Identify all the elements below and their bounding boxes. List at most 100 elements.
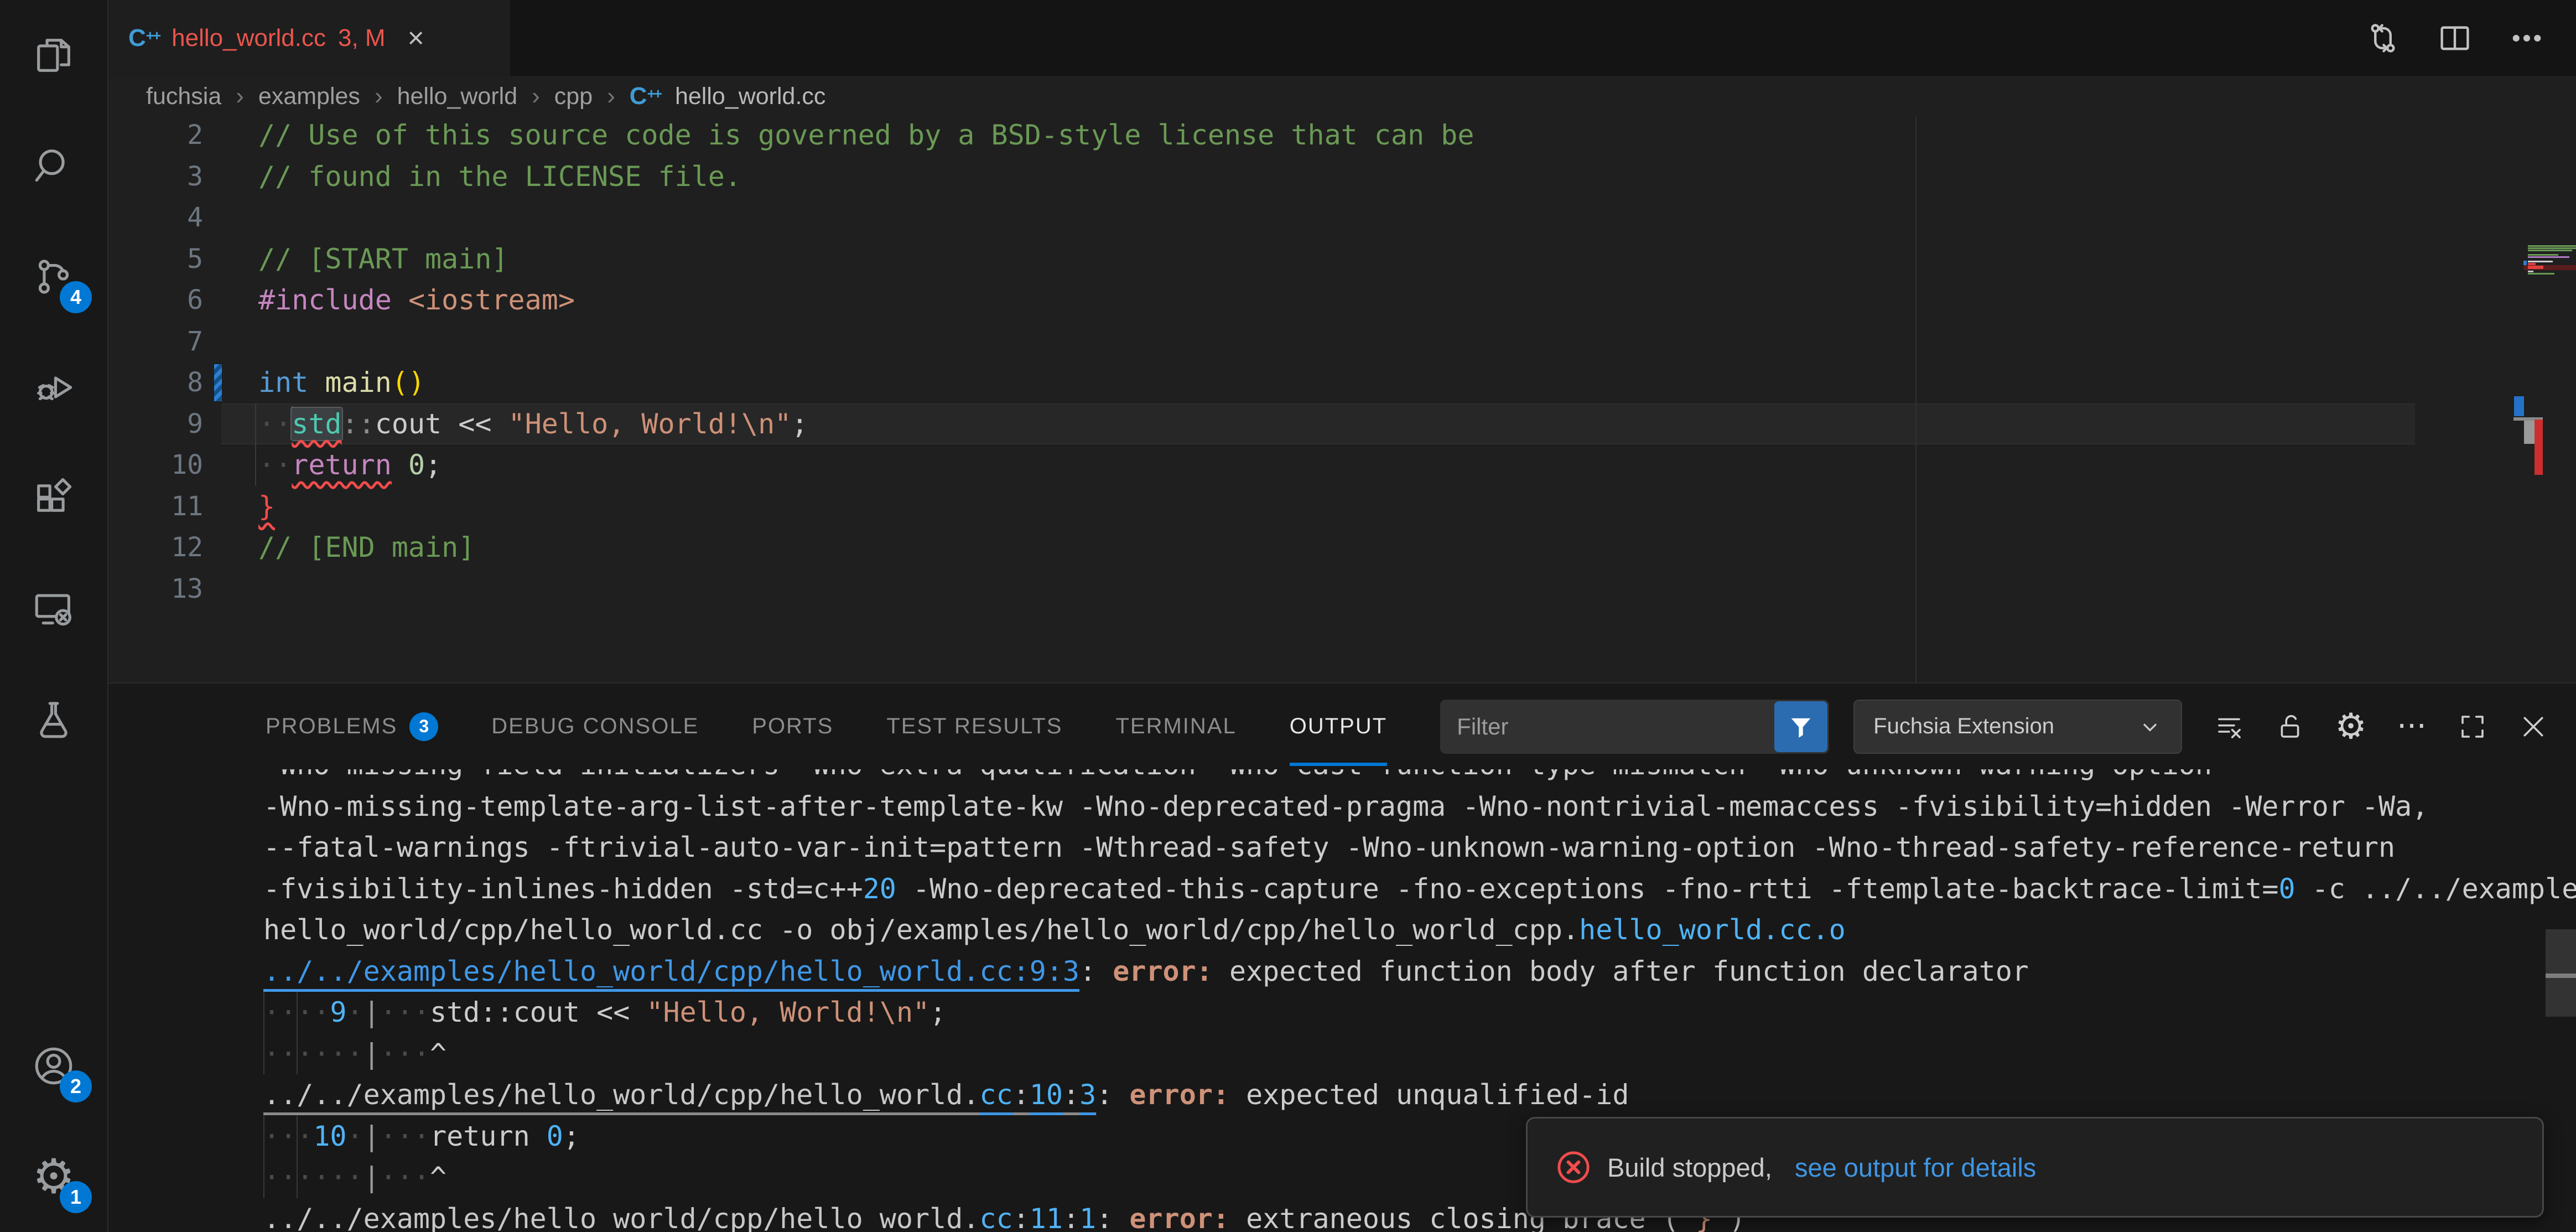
panel-tabs: PROBLEMS3 DEBUG CONSOLE PORTS TEST RESULTS T… — [266, 684, 1440, 769]
output-line: -Wno-missing-template-arg-list-after-tem… — [108, 786, 2576, 827]
sidebar-item-remote-explorer[interactable] — [0, 553, 107, 664]
output-file-link[interactable]: 10 — [1030, 1079, 1063, 1111]
manage-badge: 1 — [60, 1181, 92, 1213]
output-file-link[interactable]: cc — [979, 1203, 1012, 1232]
tab-hello-world-cc[interactable]: C++ hello_world.cc 3, M × — [108, 0, 510, 76]
sidebar-item-manage[interactable]: ⚙ 1 — [0, 1121, 107, 1232]
tab-dirty-decoration: 3, M — [338, 24, 386, 52]
panel-tab-problems[interactable]: PROBLEMS3 — [266, 684, 438, 769]
see-output-link[interactable]: see output for details — [1795, 1152, 2036, 1183]
code-lines: 2// Use of this source code is governed … — [108, 117, 2576, 609]
views-more-actions-button[interactable]: ··· — [2396, 711, 2428, 743]
breadcrumb-separator: › — [532, 82, 540, 110]
code-line: 6#include <iostream> — [108, 279, 2576, 321]
overview-error-mark — [2535, 420, 2543, 475]
code-line: 8int main() — [108, 362, 2576, 403]
breadcrumb-file[interactable]: hello_world.cc — [675, 83, 825, 110]
sidebar-item-run-and-debug[interactable] — [0, 332, 107, 443]
tab-close-icon[interactable]: × — [408, 24, 424, 53]
notification-message: Build stopped, — [1607, 1152, 1779, 1183]
sidebar-item-testing[interactable] — [0, 664, 107, 775]
output-file-link[interactable]: : — [1063, 1079, 1079, 1111]
code-line: 4 — [108, 197, 2576, 239]
sidebar-item-source-control[interactable]: 4 — [0, 221, 107, 332]
output-file-link[interactable]: cc — [979, 1079, 1012, 1111]
output-line: --fatal-warnings -ftrivial-auto-var-init… — [108, 827, 2576, 868]
code-editor[interactable]: 2// Use of this source code is governed … — [108, 117, 2576, 682]
breadcrumb-segment[interactable]: hello_world — [397, 83, 518, 110]
panel-scrollbar-thumb[interactable] — [2546, 929, 2576, 1017]
panel-tab-debug-console[interactable]: DEBUG CONSOLE — [491, 684, 699, 769]
sidebar-item-search[interactable] — [0, 111, 107, 221]
output-file-link[interactable]: ../../examples/hello_world/cpp/hello_wor… — [263, 1079, 979, 1111]
output-file-link[interactable]: ../../examples/hello_world/cpp/hello_wor… — [263, 1203, 979, 1232]
run-debug-icon — [31, 365, 76, 410]
compare-changes-icon[interactable] — [2365, 20, 2401, 56]
breadcrumb-separator: › — [607, 82, 615, 110]
editor-actions — [2365, 0, 2576, 76]
code-line: 11} — [108, 486, 2576, 527]
unlock-icon — [2275, 712, 2305, 742]
close-panel-button[interactable] — [2517, 711, 2549, 743]
output-filter — [1440, 700, 1829, 754]
error-icon — [1555, 1149, 1592, 1186]
close-icon — [2518, 712, 2548, 742]
cpp-file-icon: C++ — [630, 84, 661, 108]
activity-bar: 4 2 ⚙ 1 — [0, 0, 108, 1232]
output-file-link[interactable]: 11 — [1030, 1203, 1063, 1232]
output-file-link[interactable]: : — [1063, 1203, 1079, 1232]
breadcrumb-separator: › — [236, 82, 244, 110]
maximize-panel-icon — [2458, 712, 2487, 742]
filter-funnel-icon — [1786, 712, 1815, 741]
cpp-file-icon: C++ — [128, 26, 159, 50]
breadcrumb-segment[interactable]: fuchsia — [146, 83, 221, 110]
panel-header: PROBLEMS3 DEBUG CONSOLE PORTS TEST RESULTS T… — [108, 684, 2576, 769]
code-line: 10··return 0; — [108, 444, 2576, 486]
chevron-down-icon — [2138, 715, 2162, 739]
notification-toast: Build stopped, see output for details — [1526, 1117, 2544, 1218]
more-actions-icon[interactable] — [2509, 20, 2545, 56]
testing-flask-icon — [31, 697, 76, 742]
panel-action-icons: ⚙ ··· — [2182, 684, 2576, 769]
column-ruler-line — [1915, 117, 1917, 682]
output-line: ../../examples/hello_world/cpp/hello_wor… — [108, 951, 2576, 992]
output-line: ······|···^ — [108, 1033, 2576, 1075]
panel-tab-output[interactable]: OUTPUT — [1290, 684, 1387, 769]
sidebar-item-explorer[interactable] — [0, 0, 107, 111]
problems-badge: 3 — [409, 712, 438, 741]
breadcrumb-separator: › — [375, 82, 383, 110]
editor-scrollbar-thumb[interactable] — [2524, 421, 2535, 444]
output-settings-button[interactable]: ⚙ — [2335, 711, 2367, 743]
sidebar-item-accounts[interactable]: 2 — [0, 1011, 107, 1121]
sidebar-item-extensions[interactable] — [0, 443, 107, 553]
code-line: 13 — [108, 568, 2576, 610]
extensions-icon — [31, 475, 76, 521]
remote-explorer-icon — [31, 586, 76, 631]
output-file-link[interactable]: 1 — [1079, 1203, 1096, 1232]
lock-scrolling-button[interactable] — [2274, 711, 2306, 743]
output-line: ../../examples/hello_world/cpp/hello_wor… — [108, 1074, 2576, 1116]
tab-label: hello_world.cc — [172, 24, 326, 52]
code-line: 5// [START main] — [108, 239, 2576, 280]
files-icon — [31, 33, 76, 78]
panel-tab-ports[interactable]: PORTS — [752, 684, 833, 769]
clear-output-button[interactable] — [2213, 711, 2245, 743]
maximize-panel-button[interactable] — [2456, 711, 2489, 743]
output-file-link[interactable]: : — [1013, 1203, 1030, 1232]
breadcrumb-segment[interactable]: examples — [258, 83, 360, 110]
filter-input[interactable] — [1440, 713, 1773, 740]
breadcrumb-segment[interactable]: cpp — [554, 83, 593, 110]
search-icon — [31, 143, 76, 189]
output-channel-select[interactable]: Fuchsia Extension — [1853, 700, 2182, 754]
filter-button[interactable] — [1774, 701, 1827, 752]
split-editor-icon[interactable] — [2437, 20, 2473, 56]
ellipsis-icon: ··· — [2397, 719, 2426, 734]
output-file-link[interactable]: ../../examples/hello_world/cpp/hello_wor… — [263, 955, 1079, 987]
output-line: -Wno-missing-field-initializers -Wno-ext… — [108, 769, 2576, 786]
overview-modified-mark — [2514, 396, 2524, 416]
panel-tab-test-results[interactable]: TEST RESULTS — [886, 684, 1062, 769]
panel-tab-terminal[interactable]: TERMINAL — [1115, 684, 1236, 769]
clear-output-icon — [2214, 712, 2244, 742]
output-file-link[interactable]: 3 — [1079, 1079, 1096, 1111]
output-file-link[interactable]: : — [1013, 1079, 1030, 1111]
